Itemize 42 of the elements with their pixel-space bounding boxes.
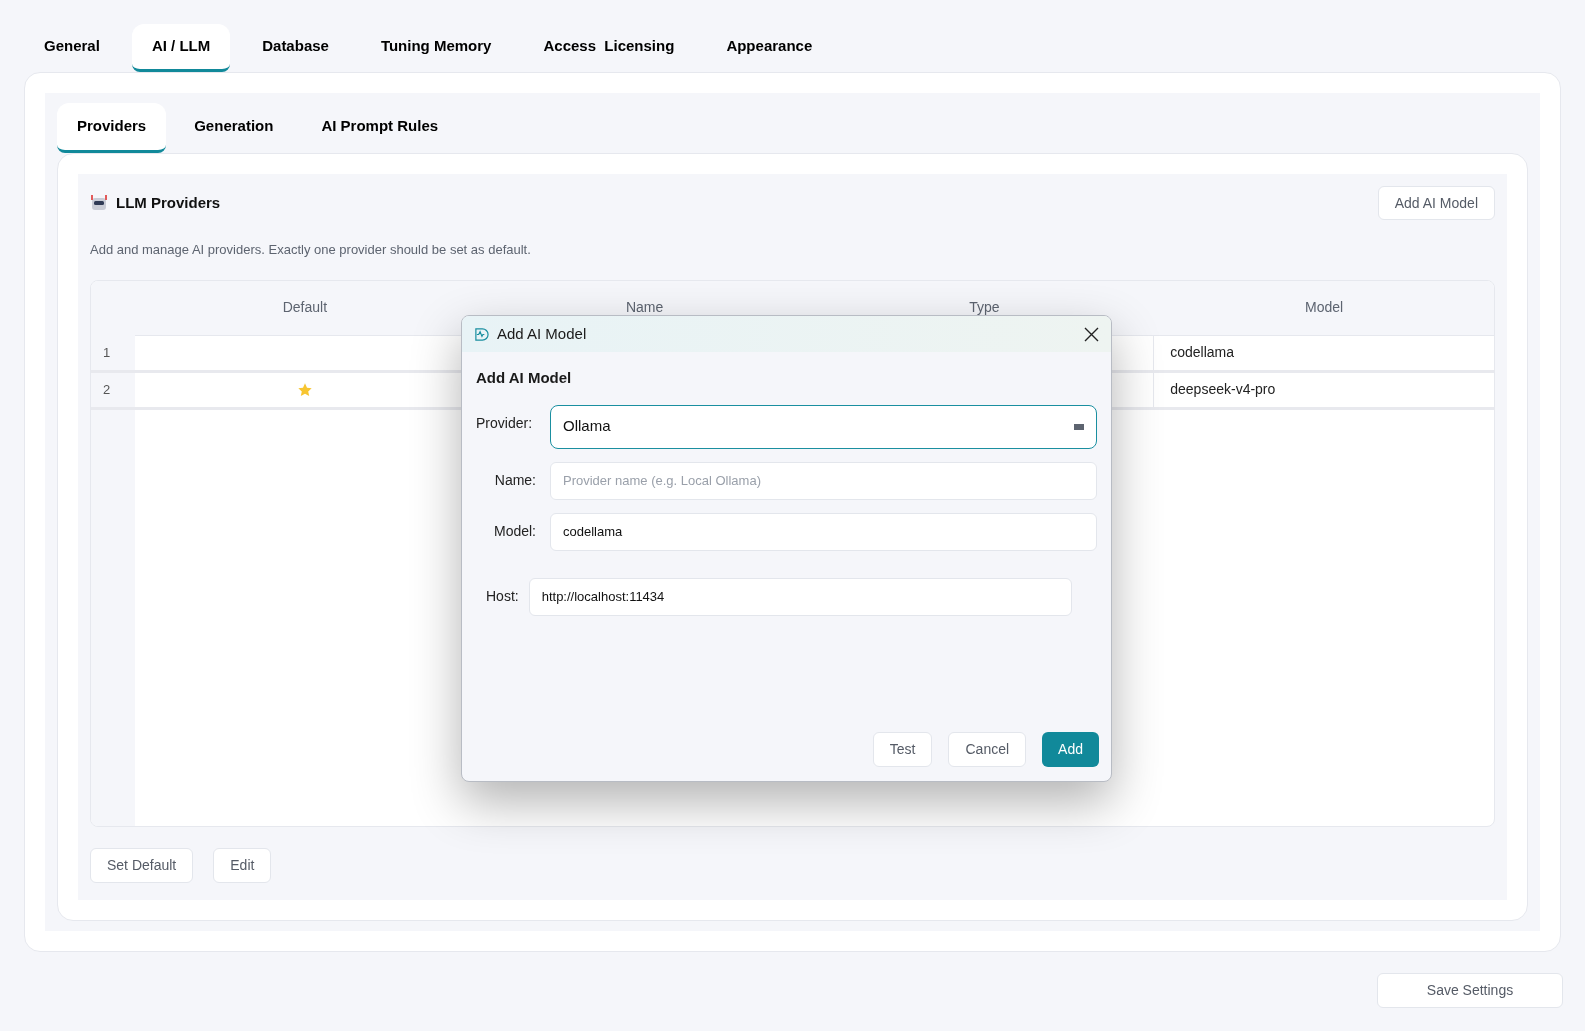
section-description: Add and manage AI providers. Exactly one provider should be set as default. [90,241,532,259]
close-button[interactable] [1084,326,1099,342]
tab[interactable]: Access Licensing [523,24,695,72]
column-header: Default [282,298,328,317]
tab[interactable]: AI / LLM [131,24,231,72]
tab[interactable]: Appearance [706,24,833,72]
dialog-button[interactable]: Cancel [948,732,1027,767]
add-model-button[interactable]: Add AI Model [1377,186,1495,220]
action-button[interactable]: Edit [213,847,272,883]
model-field[interactable]: codellama [550,512,1097,551]
dialog-heading: Add AI Model [476,368,573,388]
dropdown-icon [1074,423,1084,430]
field-label: Host: [486,587,519,606]
name-field[interactable]: Provider name (e.g. Local Ollama) [550,461,1097,500]
pulse-icon [474,326,489,342]
close-icon [1084,326,1099,342]
tab[interactable]: Tuning Memory [360,24,512,72]
star-icon [296,381,313,398]
tab[interactable]: Generation [174,103,294,153]
tab[interactable]: Database [242,24,349,72]
field-label: Name: [493,471,536,490]
row-number: 1 [91,335,135,373]
column-header: Model [1305,298,1344,317]
table-cell-text: deepseek-v4-pro [1169,380,1277,399]
field-label: Model: [492,522,536,541]
column-header: Name [625,298,664,317]
action-button[interactable]: Set Default [90,847,194,883]
table-cell-text: codellama [1169,343,1236,362]
host-field[interactable]: http://localhost:11434 [528,577,1072,616]
provider-select[interactable]: Ollama [550,404,1097,449]
save-settings-button[interactable]: Save Settings [1377,973,1563,1008]
dialog-button[interactable]: Test [872,732,933,767]
field-label: Provider: [476,413,534,433]
dialog-title: Add AI Model [497,323,587,344]
tab[interactable]: General [24,24,120,72]
dialog-button[interactable]: Add [1042,732,1099,767]
tab[interactable]: AI Prompt Rules [301,103,459,153]
row-number: 2 [91,372,135,410]
robot-icon [90,195,108,211]
tab[interactable]: Providers [57,103,167,153]
section-title: LLM Providers [116,192,221,213]
column-header: Type [969,298,1000,317]
